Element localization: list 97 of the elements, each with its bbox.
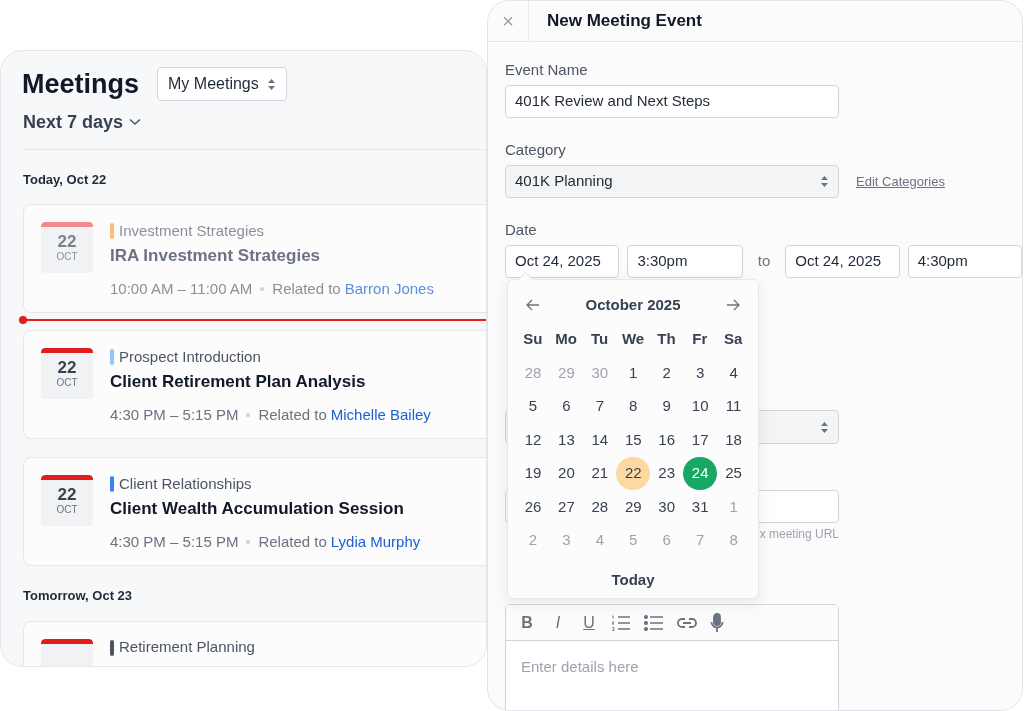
- format-bold-button[interactable]: B: [518, 610, 536, 635]
- field-label: Event Name: [505, 61, 589, 79]
- calendar-day[interactable]: 16: [649, 423, 684, 457]
- meeting-time: 4:30 PM – 5:15 PM: [110, 531, 239, 552]
- edit-categories-link[interactable]: Edit Categories: [856, 171, 945, 192]
- calendar-day[interactable]: 29: [616, 490, 651, 524]
- category-select[interactable]: 401K Planning: [505, 165, 839, 198]
- weekday-label: Mo: [554, 329, 578, 350]
- badge-month: OCT: [56, 377, 78, 389]
- weekday-label: Su: [522, 329, 544, 350]
- calendar-day[interactable]: 12: [516, 423, 550, 457]
- weekday-label: We: [620, 329, 646, 350]
- calendar-day[interactable]: 26: [516, 490, 550, 524]
- calendar-day[interactable]: 22: [616, 456, 651, 490]
- calendar-day[interactable]: 27: [549, 490, 584, 524]
- weekday-label: Sa: [723, 329, 744, 350]
- meeting-time: 10:00 AM – 11:00 AM: [110, 278, 253, 299]
- calendar-day[interactable]: 11: [716, 389, 751, 423]
- end-time-input[interactable]: 4:30pm: [907, 245, 1022, 278]
- sort-arrows-icon: [820, 175, 829, 188]
- related-contact-link[interactable]: Lydia Murphy: [330, 530, 421, 553]
- badge-month: OCT: [56, 504, 78, 516]
- calendar-day[interactable]: 10: [683, 389, 718, 423]
- format-underline-button[interactable]: U: [580, 610, 598, 635]
- meeting-title: Client Wealth Accumulation Session: [110, 498, 405, 520]
- calendar-day[interactable]: 6: [549, 389, 584, 423]
- field-label: Date: [505, 221, 538, 239]
- calendar-day[interactable]: 19: [516, 456, 550, 490]
- calendar-day[interactable]: 2: [649, 356, 684, 390]
- calendar-day[interactable]: 18: [716, 423, 751, 457]
- calendar-day[interactable]: 1: [616, 356, 651, 390]
- calendar-day[interactable]: 8: [616, 389, 651, 423]
- start-date-input[interactable]: Oct 24, 2025: [505, 245, 620, 278]
- numbered-list-icon[interactable]: [611, 613, 631, 632]
- weekday-label: Tu: [589, 329, 610, 350]
- details-placeholder: Enter details here: [520, 657, 640, 677]
- calendar-day[interactable]: 7: [582, 389, 617, 423]
- format-italic-button[interactable]: I: [549, 610, 567, 635]
- meetings-filter-select[interactable]: My Meetings: [157, 67, 288, 102]
- end-date-input[interactable]: Oct 24, 2025: [785, 245, 900, 278]
- meeting-time: 4:30 PM – 5:15 PM: [110, 404, 239, 425]
- details-editor[interactable]: B I U Enter details here: [505, 604, 839, 710]
- sort-arrows-icon: [267, 77, 277, 91]
- related-label: Related to: [258, 531, 327, 552]
- calendar-day[interactable]: 4: [716, 356, 751, 390]
- meeting-title: Client Retirement Plan Analysis: [110, 371, 367, 393]
- calendar-day[interactable]: 15: [616, 423, 651, 457]
- badge-day: 22: [57, 359, 77, 377]
- event-name-input[interactable]: 401K Review and Next Steps: [505, 85, 839, 118]
- calendar-day[interactable]: 13: [549, 423, 584, 457]
- meeting-category: Investment Strategies: [119, 220, 265, 241]
- next-month-arrow-icon[interactable]: [726, 299, 740, 311]
- meeting-category: Prospect Introduction: [119, 346, 261, 367]
- calendar-day[interactable]: 31: [683, 490, 718, 524]
- today-button[interactable]: Today: [611, 569, 655, 592]
- meeting-card[interactable]: 22 OCT Client Relationships Client Wealth Accumulation Session 4:30 PM – 5:15 PM Related to Lydia Murphy: [23, 457, 486, 566]
- page-title: Meetings: [22, 68, 140, 101]
- date-range-dropdown[interactable]: Next 7 days: [23, 108, 142, 136]
- group-heading: Today, Oct 22: [23, 170, 107, 189]
- calendar-day[interactable]: 23: [649, 456, 684, 490]
- calendar-day[interactable]: 28: [582, 490, 617, 524]
- calendar-day[interactable]: 20: [549, 456, 584, 490]
- related-label: Related to: [258, 404, 327, 425]
- bulleted-list-icon[interactable]: [644, 613, 664, 632]
- calendar-month-title: October 2025: [585, 294, 681, 315]
- meeting-category: Retirement Planning: [119, 637, 255, 658]
- meeting-card[interactable]: 22 OCT Prospect Introduction Client Retirement Plan Analysis 4:30 PM – 5:15 PM Related to Michelle Bailey: [23, 330, 486, 439]
- microphone-icon[interactable]: [710, 612, 724, 633]
- meeting-card[interactable]: 22 OCT Investment Strategies IRA Investment Strategies 10:00 AM – 11:00 AM Related to Barron Jones: [23, 204, 486, 313]
- meeting-card[interactable]: Retirement Planning: [23, 620, 486, 666]
- meeting-category: Client Relationships: [119, 473, 252, 494]
- meeting-title: IRA Investment Strategies: [110, 245, 322, 267]
- weekday-label: Th: [656, 329, 677, 350]
- date-separator: to: [757, 251, 771, 272]
- calendar-day[interactable]: 14: [582, 423, 617, 457]
- link-icon[interactable]: [677, 616, 697, 629]
- related-label: Related to: [272, 278, 341, 299]
- calendar-day[interactable]: 17: [683, 423, 718, 457]
- weekday-label: Fr: [691, 329, 709, 350]
- calendar-day[interactable]: 25: [716, 456, 751, 490]
- calendar-day[interactable]: 21: [582, 456, 617, 490]
- calendar-day[interactable]: 5: [516, 389, 550, 423]
- chevron-down-icon: [129, 118, 142, 126]
- field-hint: x meeting URL: [759, 526, 839, 542]
- badge-day: 22: [57, 233, 77, 251]
- related-contact-link[interactable]: Michelle Bailey: [330, 403, 431, 426]
- dialog-title: New Meeting Event: [547, 10, 702, 33]
- previous-month-arrow-icon[interactable]: [526, 299, 540, 311]
- badge-month: OCT: [56, 251, 78, 263]
- calendar-day[interactable]: 30: [649, 490, 684, 524]
- sort-arrows-icon: [820, 420, 829, 434]
- start-time-input[interactable]: 3:30pm: [627, 245, 743, 278]
- group-heading: Tomorrow, Oct 23: [23, 587, 133, 605]
- badge-day: 22: [57, 486, 77, 504]
- field-label: Category: [505, 141, 567, 159]
- calendar-day[interactable]: 3: [683, 356, 718, 390]
- calendar-day[interactable]: 9: [649, 389, 684, 423]
